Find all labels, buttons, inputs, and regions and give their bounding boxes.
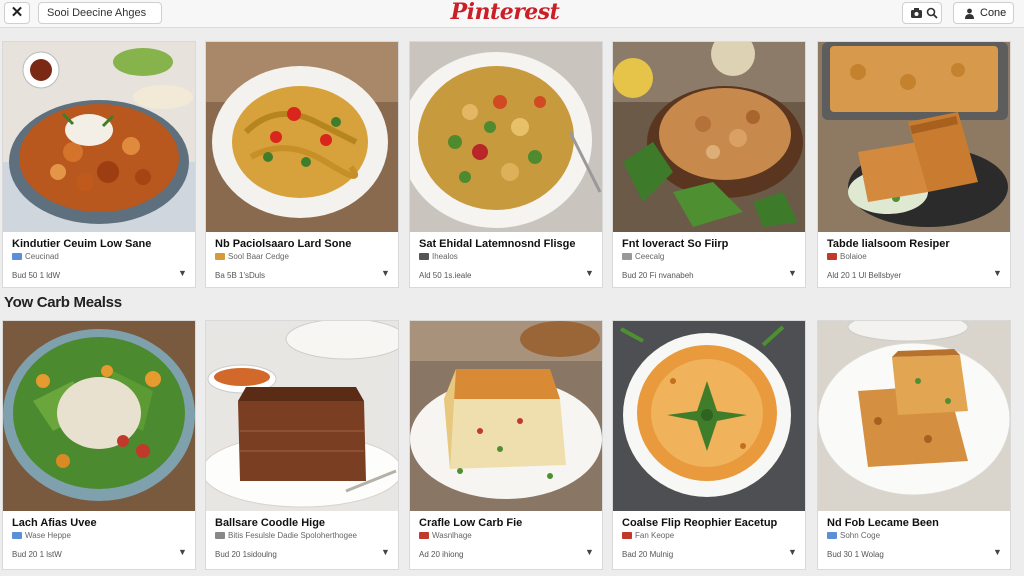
search-icon: [926, 7, 938, 19]
pin-image: [818, 42, 1010, 232]
chevron-down-icon[interactable]: ▼: [381, 547, 390, 557]
source-badge-icon: [215, 253, 225, 260]
pin-title[interactable]: Nd Fob Lecame Been: [827, 517, 1005, 529]
pin-source: Bitis Fesulsle Dadie Spoloherthogee: [215, 531, 393, 540]
chevron-down-icon[interactable]: ▼: [788, 268, 797, 278]
pin-image: [410, 42, 602, 232]
chevron-down-icon[interactable]: ▼: [178, 268, 187, 278]
pin-meta: Ald 50 1s.ieale: [419, 271, 472, 280]
pin-image: [818, 321, 1010, 511]
pin-title[interactable]: Nb Paciolsaaro Lard Sone: [215, 238, 393, 250]
pin-title[interactable]: Lach Afias Uvee: [12, 517, 190, 529]
pin-title[interactable]: Tabde lialsoom Resiper: [827, 238, 1005, 250]
pin-card[interactable]: Fnt loveract So Fiirp Ceecalg Bud 20 Fi …: [612, 41, 806, 288]
camera-icon: [911, 8, 922, 18]
pin-source: Fan Keope: [622, 531, 800, 540]
source-badge-icon: [622, 532, 632, 539]
pin-title[interactable]: Fnt loveract So Fiirp: [622, 238, 800, 250]
pin-card[interactable]: Lach Afias Uvee Wase Heppe Bud 20 1 lstW…: [2, 320, 196, 570]
pin-source: Wasnlhage: [419, 531, 597, 540]
source-badge-icon: [419, 253, 429, 260]
pin-meta: Ald 20 1 Ul Bellsbyer: [827, 271, 902, 280]
pin-image: [613, 321, 805, 511]
source-badge-icon: [12, 532, 22, 539]
pin-meta: Bud 20 Fi nvanabeh: [622, 271, 694, 280]
source-badge-icon: [827, 253, 837, 260]
source-badge-icon: [419, 532, 429, 539]
pin-image: [3, 42, 195, 232]
pin-card[interactable]: Kindutier Ceuim Low Sane Ceucinad Bud 50…: [2, 41, 196, 288]
pin-card[interactable]: Crafle Low Carb Fie Wasnlhage Ad 20 ihio…: [409, 320, 603, 570]
pin-source: Bolaioe: [827, 252, 1005, 261]
pin-source: Wase Heppe: [12, 531, 190, 540]
source-badge-icon: [12, 253, 22, 260]
pin-image: [3, 321, 195, 511]
brand-logo: Pinterest: [450, 0, 560, 25]
chevron-down-icon[interactable]: ▼: [585, 547, 594, 557]
pin-meta: Bud 30 1 Wolag: [827, 550, 884, 559]
section-title: Yow Carb Mealss: [4, 294, 122, 311]
person-icon: [965, 8, 974, 19]
source-badge-icon: [622, 253, 632, 260]
pin-image: [206, 42, 398, 232]
chevron-down-icon[interactable]: ▼: [178, 547, 187, 557]
source-badge-icon: [827, 532, 837, 539]
pin-meta: Bud 20 1 lstW: [12, 550, 62, 559]
pin-source: Ihealos: [419, 252, 597, 261]
pin-title[interactable]: Ballsare Coodle Hige: [215, 517, 393, 529]
pin-meta: Ba 5B 1'sDuls: [215, 271, 265, 280]
camera-search-button[interactable]: [902, 2, 942, 24]
chevron-down-icon[interactable]: ▼: [381, 268, 390, 278]
chevron-down-icon[interactable]: ▼: [585, 268, 594, 278]
pin-card[interactable]: Ballsare Coodle Hige Bitis Fesulsle Dadi…: [205, 320, 399, 570]
pin-card[interactable]: Nb Paciolsaaro Lard Sone Sool Baar Cedge…: [205, 41, 399, 288]
pin-card[interactable]: Tabde lialsoom Resiper Bolaioe Ald 20 1 …: [817, 41, 1011, 288]
pin-meta: Ad 20 ihiong: [419, 550, 464, 559]
pin-image: [206, 321, 398, 511]
pin-title[interactable]: Sat Ehidal Latemnosnd Flisge: [419, 238, 597, 250]
pin-meta: Bad 20 Mulnig: [622, 550, 674, 559]
pin-title[interactable]: Crafle Low Carb Fie: [419, 517, 597, 529]
pin-image: [410, 321, 602, 511]
pin-source: Ceucinad: [12, 252, 190, 261]
source-badge-icon: [215, 532, 225, 539]
chevron-down-icon[interactable]: ▼: [993, 268, 1002, 278]
pin-image: [613, 42, 805, 232]
done-button[interactable]: Cone: [953, 2, 1014, 24]
top-bar: ✕ Sooi Deecine Ahges Pinterest Cone: [0, 0, 1024, 28]
pin-title[interactable]: Kindutier Ceuim Low Sane: [12, 238, 190, 250]
pin-title[interactable]: Coalse Flip Reophier Eacetup: [622, 517, 800, 529]
chevron-down-icon[interactable]: ▼: [788, 547, 797, 557]
pin-meta: Bud 50 1 ldW: [12, 271, 61, 280]
chevron-down-icon[interactable]: ▼: [993, 547, 1002, 557]
pin-source: Sohn Coge: [827, 531, 1005, 540]
pin-source: Ceecalg: [622, 252, 800, 261]
pin-card[interactable]: Nd Fob Lecame Been Sohn Coge Bud 30 1 Wo…: [817, 320, 1011, 570]
pin-meta: Bud 20 1sidoulng: [215, 550, 277, 559]
done-label: Cone: [980, 7, 1007, 19]
pin-source: Sool Baar Cedge: [215, 252, 393, 261]
pin-card[interactable]: Coalse Flip Reophier Eacetup Fan Keope B…: [612, 320, 806, 570]
pin-card[interactable]: Sat Ehidal Latemnosnd Flisge Ihealos Ald…: [409, 41, 603, 288]
